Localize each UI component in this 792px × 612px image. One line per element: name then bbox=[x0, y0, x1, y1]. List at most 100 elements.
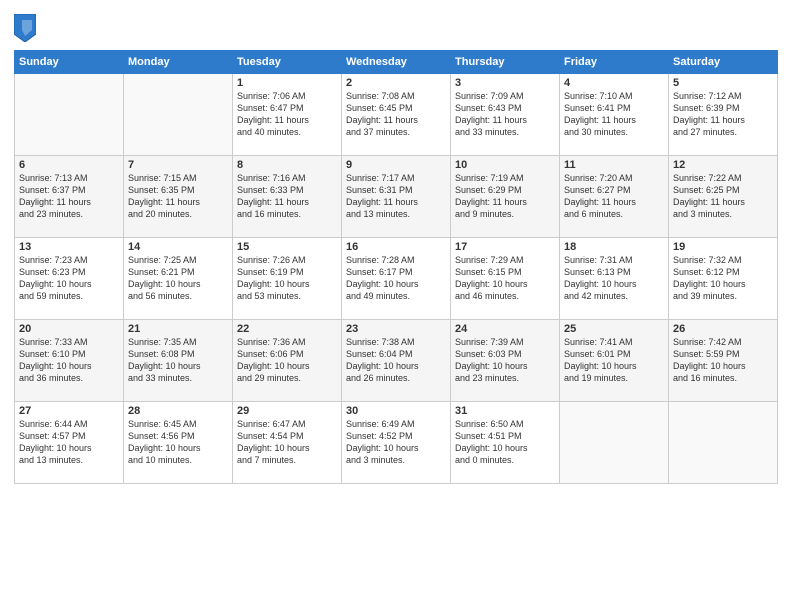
calendar-cell: 18Sunrise: 7:31 AM Sunset: 6:13 PM Dayli… bbox=[560, 238, 669, 320]
day-number: 7 bbox=[128, 159, 228, 171]
calendar-cell: 21Sunrise: 7:35 AM Sunset: 6:08 PM Dayli… bbox=[124, 320, 233, 402]
calendar-cell: 10Sunrise: 7:19 AM Sunset: 6:29 PM Dayli… bbox=[451, 156, 560, 238]
day-number: 29 bbox=[237, 405, 337, 417]
day-number: 27 bbox=[19, 405, 119, 417]
day-info: Sunrise: 7:26 AM Sunset: 6:19 PM Dayligh… bbox=[237, 254, 337, 303]
day-info: Sunrise: 7:31 AM Sunset: 6:13 PM Dayligh… bbox=[564, 254, 664, 303]
day-number: 9 bbox=[346, 159, 446, 171]
calendar-cell: 26Sunrise: 7:42 AM Sunset: 5:59 PM Dayli… bbox=[669, 320, 778, 402]
day-info: Sunrise: 6:47 AM Sunset: 4:54 PM Dayligh… bbox=[237, 418, 337, 467]
day-info: Sunrise: 7:17 AM Sunset: 6:31 PM Dayligh… bbox=[346, 172, 446, 221]
day-info: Sunrise: 7:42 AM Sunset: 5:59 PM Dayligh… bbox=[673, 336, 773, 385]
calendar-week-row: 20Sunrise: 7:33 AM Sunset: 6:10 PM Dayli… bbox=[15, 320, 778, 402]
calendar-cell: 27Sunrise: 6:44 AM Sunset: 4:57 PM Dayli… bbox=[15, 402, 124, 484]
calendar-cell: 13Sunrise: 7:23 AM Sunset: 6:23 PM Dayli… bbox=[15, 238, 124, 320]
calendar-cell bbox=[124, 74, 233, 156]
day-info: Sunrise: 7:41 AM Sunset: 6:01 PM Dayligh… bbox=[564, 336, 664, 385]
calendar-cell: 2Sunrise: 7:08 AM Sunset: 6:45 PM Daylig… bbox=[342, 74, 451, 156]
day-number: 14 bbox=[128, 241, 228, 253]
day-info: Sunrise: 7:35 AM Sunset: 6:08 PM Dayligh… bbox=[128, 336, 228, 385]
calendar-cell: 4Sunrise: 7:10 AM Sunset: 6:41 PM Daylig… bbox=[560, 74, 669, 156]
day-info: Sunrise: 7:15 AM Sunset: 6:35 PM Dayligh… bbox=[128, 172, 228, 221]
day-number: 20 bbox=[19, 323, 119, 335]
weekday-header: Sunday bbox=[15, 51, 124, 74]
calendar-cell: 1Sunrise: 7:06 AM Sunset: 6:47 PM Daylig… bbox=[233, 74, 342, 156]
day-info: Sunrise: 7:23 AM Sunset: 6:23 PM Dayligh… bbox=[19, 254, 119, 303]
day-number: 10 bbox=[455, 159, 555, 171]
calendar-cell: 31Sunrise: 6:50 AM Sunset: 4:51 PM Dayli… bbox=[451, 402, 560, 484]
day-number: 28 bbox=[128, 405, 228, 417]
day-number: 2 bbox=[346, 77, 446, 89]
calendar-cell: 16Sunrise: 7:28 AM Sunset: 6:17 PM Dayli… bbox=[342, 238, 451, 320]
header bbox=[14, 10, 778, 42]
day-number: 12 bbox=[673, 159, 773, 171]
day-number: 22 bbox=[237, 323, 337, 335]
calendar-cell: 11Sunrise: 7:20 AM Sunset: 6:27 PM Dayli… bbox=[560, 156, 669, 238]
calendar-cell bbox=[15, 74, 124, 156]
day-info: Sunrise: 7:36 AM Sunset: 6:06 PM Dayligh… bbox=[237, 336, 337, 385]
day-number: 4 bbox=[564, 77, 664, 89]
day-info: Sunrise: 6:45 AM Sunset: 4:56 PM Dayligh… bbox=[128, 418, 228, 467]
calendar-cell bbox=[560, 402, 669, 484]
calendar-cell: 15Sunrise: 7:26 AM Sunset: 6:19 PM Dayli… bbox=[233, 238, 342, 320]
calendar-cell: 12Sunrise: 7:22 AM Sunset: 6:25 PM Dayli… bbox=[669, 156, 778, 238]
day-number: 6 bbox=[19, 159, 119, 171]
day-number: 5 bbox=[673, 77, 773, 89]
calendar-week-row: 6Sunrise: 7:13 AM Sunset: 6:37 PM Daylig… bbox=[15, 156, 778, 238]
day-info: Sunrise: 7:38 AM Sunset: 6:04 PM Dayligh… bbox=[346, 336, 446, 385]
logo bbox=[14, 14, 40, 42]
calendar-container: SundayMondayTuesdayWednesdayThursdayFrid… bbox=[0, 0, 792, 612]
day-number: 26 bbox=[673, 323, 773, 335]
day-info: Sunrise: 7:28 AM Sunset: 6:17 PM Dayligh… bbox=[346, 254, 446, 303]
calendar-cell: 8Sunrise: 7:16 AM Sunset: 6:33 PM Daylig… bbox=[233, 156, 342, 238]
calendar-cell: 20Sunrise: 7:33 AM Sunset: 6:10 PM Dayli… bbox=[15, 320, 124, 402]
calendar-cell: 14Sunrise: 7:25 AM Sunset: 6:21 PM Dayli… bbox=[124, 238, 233, 320]
calendar-cell: 5Sunrise: 7:12 AM Sunset: 6:39 PM Daylig… bbox=[669, 74, 778, 156]
day-info: Sunrise: 7:33 AM Sunset: 6:10 PM Dayligh… bbox=[19, 336, 119, 385]
calendar-cell: 19Sunrise: 7:32 AM Sunset: 6:12 PM Dayli… bbox=[669, 238, 778, 320]
calendar-cell: 22Sunrise: 7:36 AM Sunset: 6:06 PM Dayli… bbox=[233, 320, 342, 402]
day-number: 8 bbox=[237, 159, 337, 171]
weekday-header: Tuesday bbox=[233, 51, 342, 74]
day-number: 30 bbox=[346, 405, 446, 417]
weekday-header: Monday bbox=[124, 51, 233, 74]
calendar-cell: 17Sunrise: 7:29 AM Sunset: 6:15 PM Dayli… bbox=[451, 238, 560, 320]
day-number: 18 bbox=[564, 241, 664, 253]
calendar-cell: 9Sunrise: 7:17 AM Sunset: 6:31 PM Daylig… bbox=[342, 156, 451, 238]
day-number: 21 bbox=[128, 323, 228, 335]
day-info: Sunrise: 6:49 AM Sunset: 4:52 PM Dayligh… bbox=[346, 418, 446, 467]
day-number: 3 bbox=[455, 77, 555, 89]
weekday-header: Thursday bbox=[451, 51, 560, 74]
day-number: 11 bbox=[564, 159, 664, 171]
day-info: Sunrise: 6:44 AM Sunset: 4:57 PM Dayligh… bbox=[19, 418, 119, 467]
calendar-week-row: 27Sunrise: 6:44 AM Sunset: 4:57 PM Dayli… bbox=[15, 402, 778, 484]
day-info: Sunrise: 7:29 AM Sunset: 6:15 PM Dayligh… bbox=[455, 254, 555, 303]
weekday-header: Wednesday bbox=[342, 51, 451, 74]
calendar-table: SundayMondayTuesdayWednesdayThursdayFrid… bbox=[14, 50, 778, 484]
weekday-header-row: SundayMondayTuesdayWednesdayThursdayFrid… bbox=[15, 51, 778, 74]
day-info: Sunrise: 7:22 AM Sunset: 6:25 PM Dayligh… bbox=[673, 172, 773, 221]
day-info: Sunrise: 7:25 AM Sunset: 6:21 PM Dayligh… bbox=[128, 254, 228, 303]
day-info: Sunrise: 7:16 AM Sunset: 6:33 PM Dayligh… bbox=[237, 172, 337, 221]
calendar-cell: 29Sunrise: 6:47 AM Sunset: 4:54 PM Dayli… bbox=[233, 402, 342, 484]
day-info: Sunrise: 7:09 AM Sunset: 6:43 PM Dayligh… bbox=[455, 90, 555, 139]
day-info: Sunrise: 6:50 AM Sunset: 4:51 PM Dayligh… bbox=[455, 418, 555, 467]
day-number: 16 bbox=[346, 241, 446, 253]
calendar-cell: 6Sunrise: 7:13 AM Sunset: 6:37 PM Daylig… bbox=[15, 156, 124, 238]
calendar-cell: 28Sunrise: 6:45 AM Sunset: 4:56 PM Dayli… bbox=[124, 402, 233, 484]
day-number: 19 bbox=[673, 241, 773, 253]
calendar-cell: 24Sunrise: 7:39 AM Sunset: 6:03 PM Dayli… bbox=[451, 320, 560, 402]
day-number: 25 bbox=[564, 323, 664, 335]
day-info: Sunrise: 7:19 AM Sunset: 6:29 PM Dayligh… bbox=[455, 172, 555, 221]
calendar-cell: 30Sunrise: 6:49 AM Sunset: 4:52 PM Dayli… bbox=[342, 402, 451, 484]
day-number: 24 bbox=[455, 323, 555, 335]
calendar-cell: 25Sunrise: 7:41 AM Sunset: 6:01 PM Dayli… bbox=[560, 320, 669, 402]
calendar-cell bbox=[669, 402, 778, 484]
day-info: Sunrise: 7:10 AM Sunset: 6:41 PM Dayligh… bbox=[564, 90, 664, 139]
day-number: 17 bbox=[455, 241, 555, 253]
day-info: Sunrise: 7:13 AM Sunset: 6:37 PM Dayligh… bbox=[19, 172, 119, 221]
calendar-cell: 23Sunrise: 7:38 AM Sunset: 6:04 PM Dayli… bbox=[342, 320, 451, 402]
day-info: Sunrise: 7:39 AM Sunset: 6:03 PM Dayligh… bbox=[455, 336, 555, 385]
calendar-week-row: 1Sunrise: 7:06 AM Sunset: 6:47 PM Daylig… bbox=[15, 74, 778, 156]
logo-icon bbox=[14, 14, 36, 42]
